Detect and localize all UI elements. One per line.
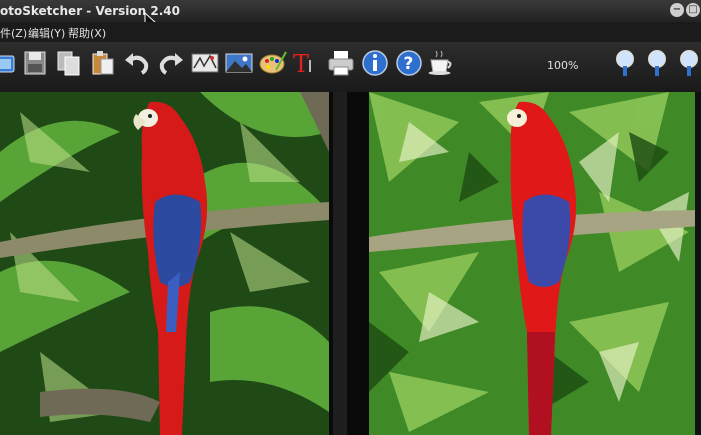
redo-button[interactable] (156, 48, 186, 78)
svg-text:T: T (293, 50, 309, 78)
menu-file[interactable]: 件(Z) (0, 25, 27, 41)
open-icon (0, 55, 15, 73)
landscape-icon (225, 53, 253, 73)
coffee-icon (428, 50, 452, 75)
title-bar: otoSketcher - Version 2.40 − □ (0, 0, 701, 22)
undo-button[interactable] (122, 48, 152, 78)
toolbar: T ? 100% (0, 42, 701, 92)
sketch-image-panel[interactable] (369, 92, 701, 435)
maximize-icon[interactable]: □ (686, 3, 700, 17)
save-button[interactable] (20, 48, 50, 78)
sketch-result (369, 92, 701, 435)
zoom-level: 100% (547, 59, 579, 72)
minimize-icon[interactable]: − (670, 3, 684, 17)
zoom-out-icon (680, 50, 698, 76)
open-button[interactable] (0, 48, 18, 78)
redo-icon (159, 53, 183, 75)
palette-icon (259, 51, 287, 74)
photo-button[interactable] (224, 48, 254, 78)
zoom-out-button[interactable] (676, 48, 701, 78)
menu-help[interactable]: 帮助(X) (68, 25, 106, 41)
info-button[interactable] (360, 48, 390, 78)
help-icon: ? (396, 50, 422, 76)
info-icon (362, 50, 388, 76)
menu-bar: 件(Z) 编辑(Y) 帮助(X) (0, 22, 701, 42)
zoom-in-icon (616, 50, 634, 76)
copy-button[interactable] (54, 48, 84, 78)
svg-text:?: ? (404, 54, 414, 74)
copy-icon (57, 51, 80, 76)
help-button[interactable]: ? (394, 48, 424, 78)
save-icon (24, 51, 46, 75)
panel-divider[interactable] (329, 92, 369, 435)
zoom-in-button[interactable] (612, 48, 642, 78)
sketch-settings-icon (191, 53, 219, 73)
zoom-fit-icon (648, 50, 666, 76)
undo-icon (125, 53, 149, 75)
donate-button[interactable] (426, 48, 456, 78)
palette-button[interactable] (258, 48, 288, 78)
original-photo (0, 92, 329, 435)
paste-icon (92, 51, 114, 75)
menu-edit[interactable]: 编辑(Y) (28, 25, 65, 41)
original-image-panel[interactable] (0, 92, 329, 435)
sketch-settings-button[interactable] (190, 48, 220, 78)
text-button[interactable]: T (290, 48, 320, 78)
left-panel-scrollbar[interactable] (333, 92, 347, 435)
paste-button[interactable] (88, 48, 118, 78)
print-button[interactable] (326, 48, 356, 78)
print-icon (328, 51, 354, 76)
zoom-fit-button[interactable] (644, 48, 674, 78)
text-icon: T (293, 50, 311, 78)
